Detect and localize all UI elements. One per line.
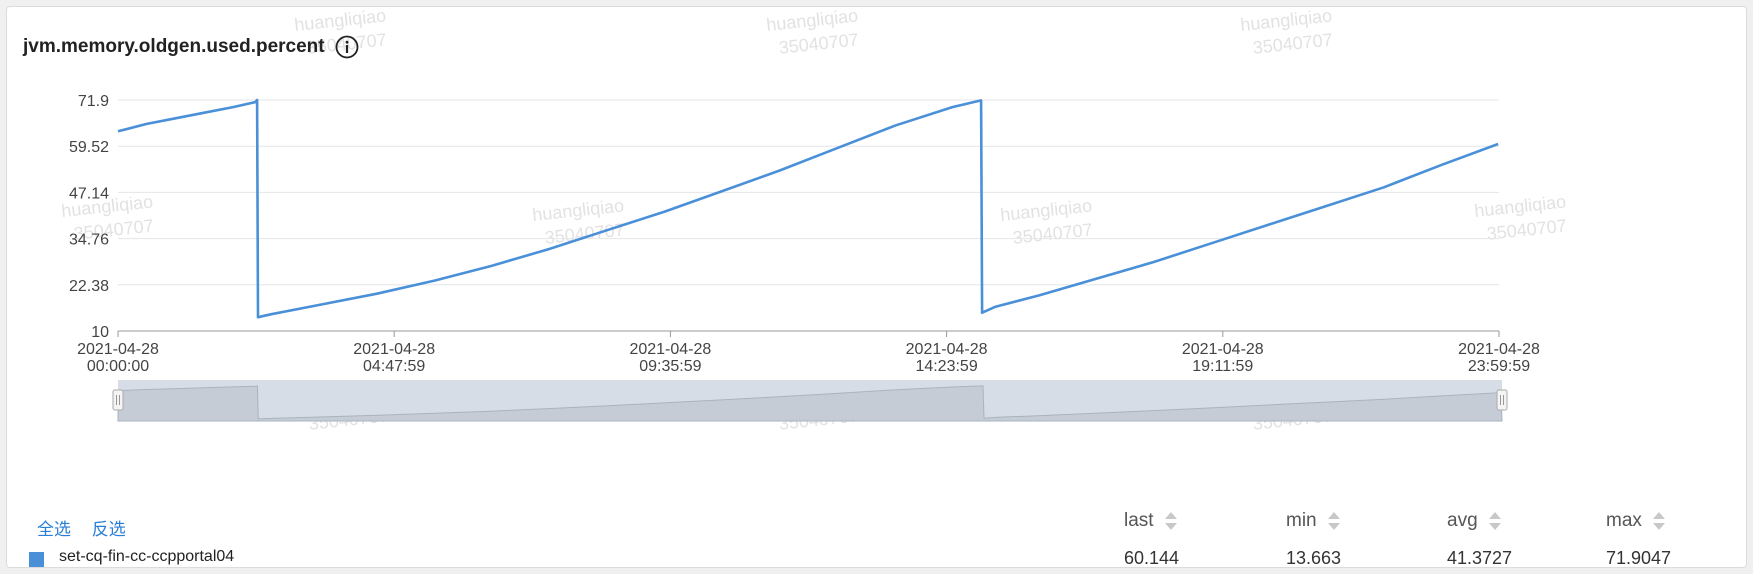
x-tick-label-date: 2021-04-28	[1182, 341, 1264, 358]
panel-header: jvm.memory.oldgen.used.percent	[23, 35, 359, 59]
watermark-text: 35040707	[778, 30, 860, 58]
info-icon[interactable]	[335, 35, 359, 59]
col-label-last: last	[1124, 510, 1154, 531]
watermark-text: 35040707	[1252, 30, 1334, 58]
x-tick-label-date: 2021-04-28	[906, 341, 988, 358]
x-tick-label-date: 2021-04-28	[353, 341, 435, 358]
stat-max: 71.9047	[1606, 548, 1672, 568]
stats-header: last min avg max	[7, 510, 1746, 536]
col-header-max[interactable]: max	[1606, 510, 1666, 532]
x-tick-label-time: 09:35:59	[639, 358, 701, 375]
navigator-right-handle[interactable]	[1496, 389, 1508, 411]
stats-row: 60.144 13.663 41.3727 71.9047	[7, 548, 1746, 568]
y-tick-label: 34.76	[69, 232, 109, 249]
watermark-text: 35040707	[1486, 216, 1568, 244]
navigator-left-handle[interactable]	[112, 389, 124, 411]
x-tick-label-date: 2021-04-28	[629, 341, 711, 358]
stat-min: 13.663	[1286, 548, 1342, 568]
x-tick-label-time: 19:11:59	[1192, 358, 1253, 375]
sort-arrows-icon[interactable]	[1488, 510, 1502, 532]
stat-avg: 41.3727	[1447, 548, 1513, 568]
grid-lines	[118, 99, 1499, 332]
range-navigator[interactable]	[112, 380, 1508, 422]
y-tick-label: 47.14	[69, 185, 109, 202]
drag-handle-icon[interactable]	[1496, 389, 1508, 411]
x-tick-label-time: 14:23:59	[915, 358, 977, 375]
sort-arrows-icon[interactable]	[1327, 510, 1341, 532]
sort-arrows-icon[interactable]	[1652, 510, 1666, 532]
x-tick-label-time: 00:00:00	[87, 358, 149, 375]
col-header-avg[interactable]: avg	[1447, 510, 1502, 532]
y-tick-label: 71.9	[78, 93, 109, 110]
x-tick-label-time: 04:47:59	[363, 358, 425, 375]
x-tick-label-date: 2021-04-28	[1458, 341, 1540, 358]
col-header-min[interactable]: min	[1286, 510, 1341, 532]
y-tick-label: 59.52	[69, 139, 109, 156]
x-tick-label-time: 23:59:59	[1468, 358, 1530, 375]
chart: huangliqiao35040707huangliqiao35040707hu…	[60, 7, 1567, 434]
stat-last: 60.144	[1124, 548, 1180, 568]
sort-arrows-icon[interactable]	[1164, 510, 1178, 532]
col-label-avg: avg	[1447, 510, 1478, 531]
chart-title: jvm.memory.oldgen.used.percent	[23, 36, 325, 57]
watermark-layer: huangliqiao35040707huangliqiao35040707hu…	[60, 7, 1567, 434]
watermark-text: 35040707	[544, 220, 626, 248]
drag-handle-icon[interactable]	[112, 389, 124, 411]
watermark-text: 35040707	[1012, 220, 1094, 248]
col-header-last[interactable]: last	[1124, 510, 1178, 532]
col-label-min: min	[1286, 510, 1317, 531]
y-tick-label: 22.38	[69, 278, 109, 295]
metric-panel: huangliqiao 35040707 huangliqiao 35040707 hu…	[6, 6, 1747, 568]
x-axis: 2021-04-2800:00:002021-04-2804:47:592021…	[77, 331, 1540, 375]
x-tick-label-date: 2021-04-28	[77, 341, 159, 358]
y-tick-label: 10	[91, 324, 109, 341]
col-label-max: max	[1606, 510, 1642, 531]
